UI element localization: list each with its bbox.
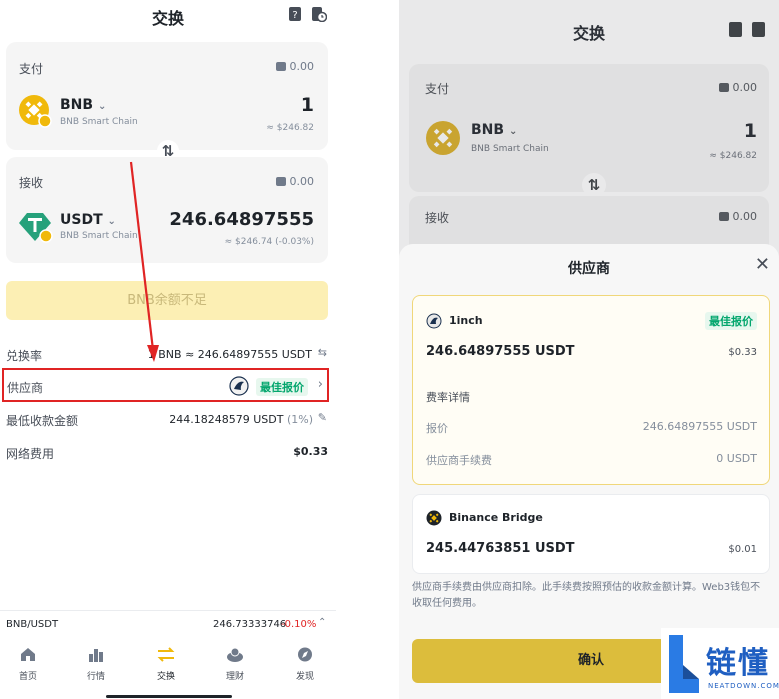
pay-token-selector[interactable]: BNB ⌄ [60, 97, 106, 113]
receive-balance: 0.00 [718, 210, 757, 223]
swap-screen-right: 交换 支付 0.00 BNB ⌄ BNB Smart Chain 1 ≈ $24… [399, 0, 779, 699]
nav-home[interactable]: 首页 [3, 647, 53, 682]
best-quote-badge: 最佳报价 [256, 378, 308, 396]
history-icon[interactable] [752, 22, 765, 37]
chevron-down-icon: ⌄ [97, 101, 107, 112]
provider-option-1inch[interactable]: 1inch 最佳报价 246.64897555 USDT $0.33 费率详情 … [412, 295, 770, 485]
home-indicator [106, 695, 232, 698]
insufficient-balance-button[interactable]: BNB余额不足 [6, 281, 328, 320]
fee-details-title: 费率详情 [426, 391, 470, 404]
pay-label: 支付 [425, 82, 450, 96]
1inch-logo-icon [229, 376, 249, 396]
receive-amount: 246.64897555 [169, 209, 314, 230]
receive-fiat: ≈ $246.74 (-0.03%) [224, 237, 314, 247]
market-icon [89, 649, 103, 662]
bnb-token-icon [426, 121, 460, 155]
chevron-down-icon: ⌄ [508, 126, 518, 137]
ticker-pair: BNB/USDT [6, 619, 59, 630]
pay-fiat: ≈ $246.82 [266, 123, 314, 133]
ticker-change: -0.10% [281, 619, 317, 630]
receive-label: 接收 [19, 176, 44, 190]
fee-note: 供应商手续费由供应商扣除。此手续费按照预估的收款金额计算。Web3钱包不收取任何… [412, 582, 761, 609]
provider-option-binance-bridge[interactable]: Binance Bridge 245.44763851 USDT $0.01 [412, 494, 770, 574]
wallet-icon [718, 83, 729, 92]
discover-icon [298, 647, 312, 662]
pay-chain: BNB Smart Chain [471, 144, 549, 154]
binance-logo-icon [426, 510, 442, 526]
min-receive-label: 最低收款金额 [6, 414, 79, 428]
pay-label: 支付 [19, 62, 44, 76]
wallet-icon [275, 177, 286, 186]
min-receive-value: 244.18248579 USDT (1%) [169, 413, 313, 426]
nav-discover[interactable]: 发现 [280, 647, 330, 682]
wallet-icon [275, 62, 286, 71]
help-book-icon[interactable] [729, 22, 742, 37]
pay-card: 支付 0.00 BNB ⌄ BNB Smart Chain 1 ≈ $246.8… [6, 42, 328, 150]
pay-balance: 0.00 [718, 81, 757, 94]
quote-label: 报价 [426, 422, 448, 435]
pay-token-selector[interactable]: BNB ⌄ [471, 122, 517, 138]
sheet-title: 供应商 [568, 261, 610, 277]
rate-value: 1 BNB ≈ 246.64897555 USDT [147, 348, 312, 361]
nav-earn[interactable]: 理财 [210, 647, 260, 682]
gap [336, 0, 399, 699]
provider-fee-label: 供应商手续费 [426, 454, 492, 467]
home-icon [21, 648, 35, 661]
provider-row[interactable]: 供应商 最佳报价 › [2, 368, 329, 402]
provider-fee: $0.33 [728, 347, 757, 358]
watermark: 链懂 NEATDOWN.COM [661, 628, 779, 699]
chevron-up-icon[interactable]: ⌃ [318, 617, 326, 628]
quote-value: 246.64897555 USDT [642, 420, 757, 433]
provider-amount: 245.44763851 USDT [426, 541, 575, 556]
network-fee-label: 网络费用 [6, 447, 55, 461]
provider-name: Binance Bridge [449, 511, 543, 524]
watermark-name: 链懂 [706, 646, 770, 681]
nav-swap[interactable]: 交换 [141, 647, 191, 682]
receive-token-selector[interactable]: USDT ⌄ [60, 212, 116, 228]
pay-fiat: ≈ $246.82 [709, 151, 757, 161]
ticker-price: 246.73333746 [213, 619, 287, 630]
pay-amount-input[interactable]: 1 [744, 120, 757, 142]
receive-label: 接收 [425, 211, 450, 225]
provider-amount: 246.64897555 USDT [426, 344, 575, 359]
page-title: 交换 [151, 9, 184, 28]
watermark-logo-icon [669, 635, 699, 693]
provider-name: 1inch [449, 314, 483, 327]
earn-icon [227, 647, 243, 662]
pay-balance: 0.00 [275, 60, 314, 73]
divider [0, 610, 336, 611]
swap-direction-icon[interactable]: ⇅ [582, 173, 606, 197]
usdt-token-icon [19, 213, 53, 243]
provider-fee: $0.01 [728, 544, 757, 555]
wallet-icon [718, 212, 729, 221]
nav-market[interactable]: 行情 [71, 647, 121, 682]
swap-icon [157, 647, 175, 662]
receive-card: 接收 0.00 USDT ⌄ BNB Smart Chain 246.64897… [6, 157, 328, 263]
best-quote-badge: 最佳报价 [705, 312, 757, 330]
network-fee-value: $0.33 [293, 445, 328, 458]
chevron-right-icon: › [317, 377, 323, 392]
bnb-token-icon [19, 95, 52, 128]
page-title: 交换 [572, 24, 605, 43]
chevron-down-icon: ⌄ [107, 216, 116, 227]
rate-toggle-icon[interactable]: ⇆ [318, 346, 327, 359]
history-icon[interactable] [311, 6, 327, 22]
rate-label: 兑换率 [6, 349, 43, 363]
close-icon[interactable]: ✕ [755, 254, 770, 275]
edit-icon[interactable]: ✎ [318, 411, 327, 424]
svg-text:?: ? [292, 10, 297, 21]
watermark-site: NEATDOWN.COM [708, 682, 779, 690]
annotation-arrow [129, 161, 159, 362]
swap-screen-left: 交换 ? 支付 0.00 BNB ⌄ BNB Smart Chain 1 ≈ $… [0, 0, 336, 699]
provider-label: 供应商 [7, 381, 44, 395]
pay-amount-input[interactable]: 1 [301, 94, 314, 116]
1inch-logo-icon [426, 313, 442, 329]
help-book-icon[interactable]: ? [287, 6, 303, 22]
pay-chain: BNB Smart Chain [60, 117, 138, 127]
provider-fee-value: 0 USDT [716, 452, 757, 465]
receive-balance: 0.00 [275, 175, 314, 188]
